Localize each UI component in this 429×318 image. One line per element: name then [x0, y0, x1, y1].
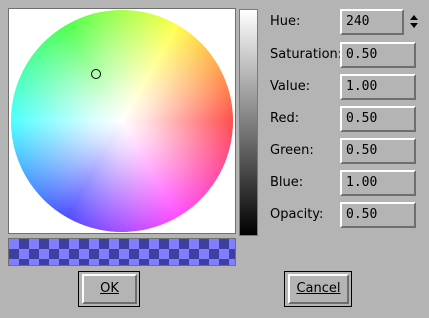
cancel-button[interactable]: Cancel: [288, 274, 349, 304]
opacity-label: Opacity:: [270, 207, 324, 222]
color-wheel-frame: [8, 8, 236, 234]
red-field[interactable]: 0.50: [340, 106, 416, 132]
color-wheel[interactable]: [11, 10, 233, 232]
red-label: Red:: [270, 111, 300, 126]
saturation-label: Saturation:: [270, 47, 343, 62]
blue-field[interactable]: 1.00: [340, 170, 416, 196]
hue-field[interactable]: 240: [340, 9, 404, 35]
green-label: Green:: [270, 143, 314, 158]
opacity-field[interactable]: 0.50: [340, 202, 416, 228]
green-field[interactable]: 0.50: [340, 138, 416, 164]
value-field[interactable]: 1.00: [340, 74, 416, 100]
color-wheel-saturation-fade: [11, 10, 233, 232]
ok-button-label: OK: [100, 281, 119, 296]
ok-button[interactable]: OK: [82, 274, 137, 304]
hue-spinner[interactable]: [407, 12, 421, 32]
spin-up-icon[interactable]: [410, 15, 418, 20]
cancel-button-label: Cancel: [296, 281, 341, 296]
color-preview-swatch: [8, 238, 236, 266]
color-wheel-picker-icon[interactable]: [91, 69, 101, 79]
value-label: Value:: [270, 79, 311, 94]
saturation-field[interactable]: 0.50: [340, 42, 416, 68]
value-slider[interactable]: [239, 9, 258, 236]
blue-label: Blue:: [270, 175, 304, 190]
ok-button-frame: OK: [78, 271, 140, 307]
hue-label: Hue:: [270, 14, 301, 29]
spin-down-icon[interactable]: [410, 23, 418, 28]
cancel-button-frame: Cancel: [284, 271, 352, 307]
